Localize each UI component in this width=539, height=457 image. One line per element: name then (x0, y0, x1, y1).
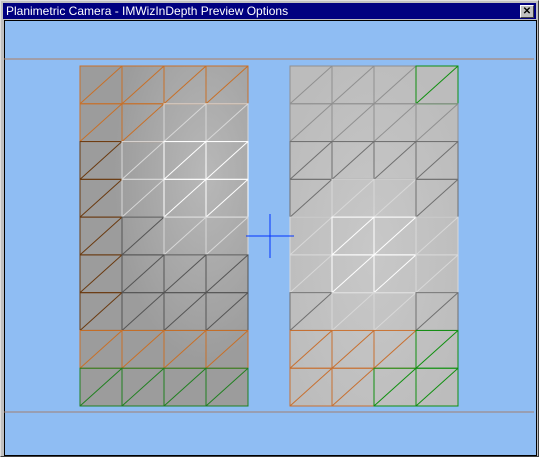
left-preview-panel (79, 65, 249, 407)
right-preview-panel (289, 65, 459, 407)
preview-canvas (4, 58, 534, 413)
